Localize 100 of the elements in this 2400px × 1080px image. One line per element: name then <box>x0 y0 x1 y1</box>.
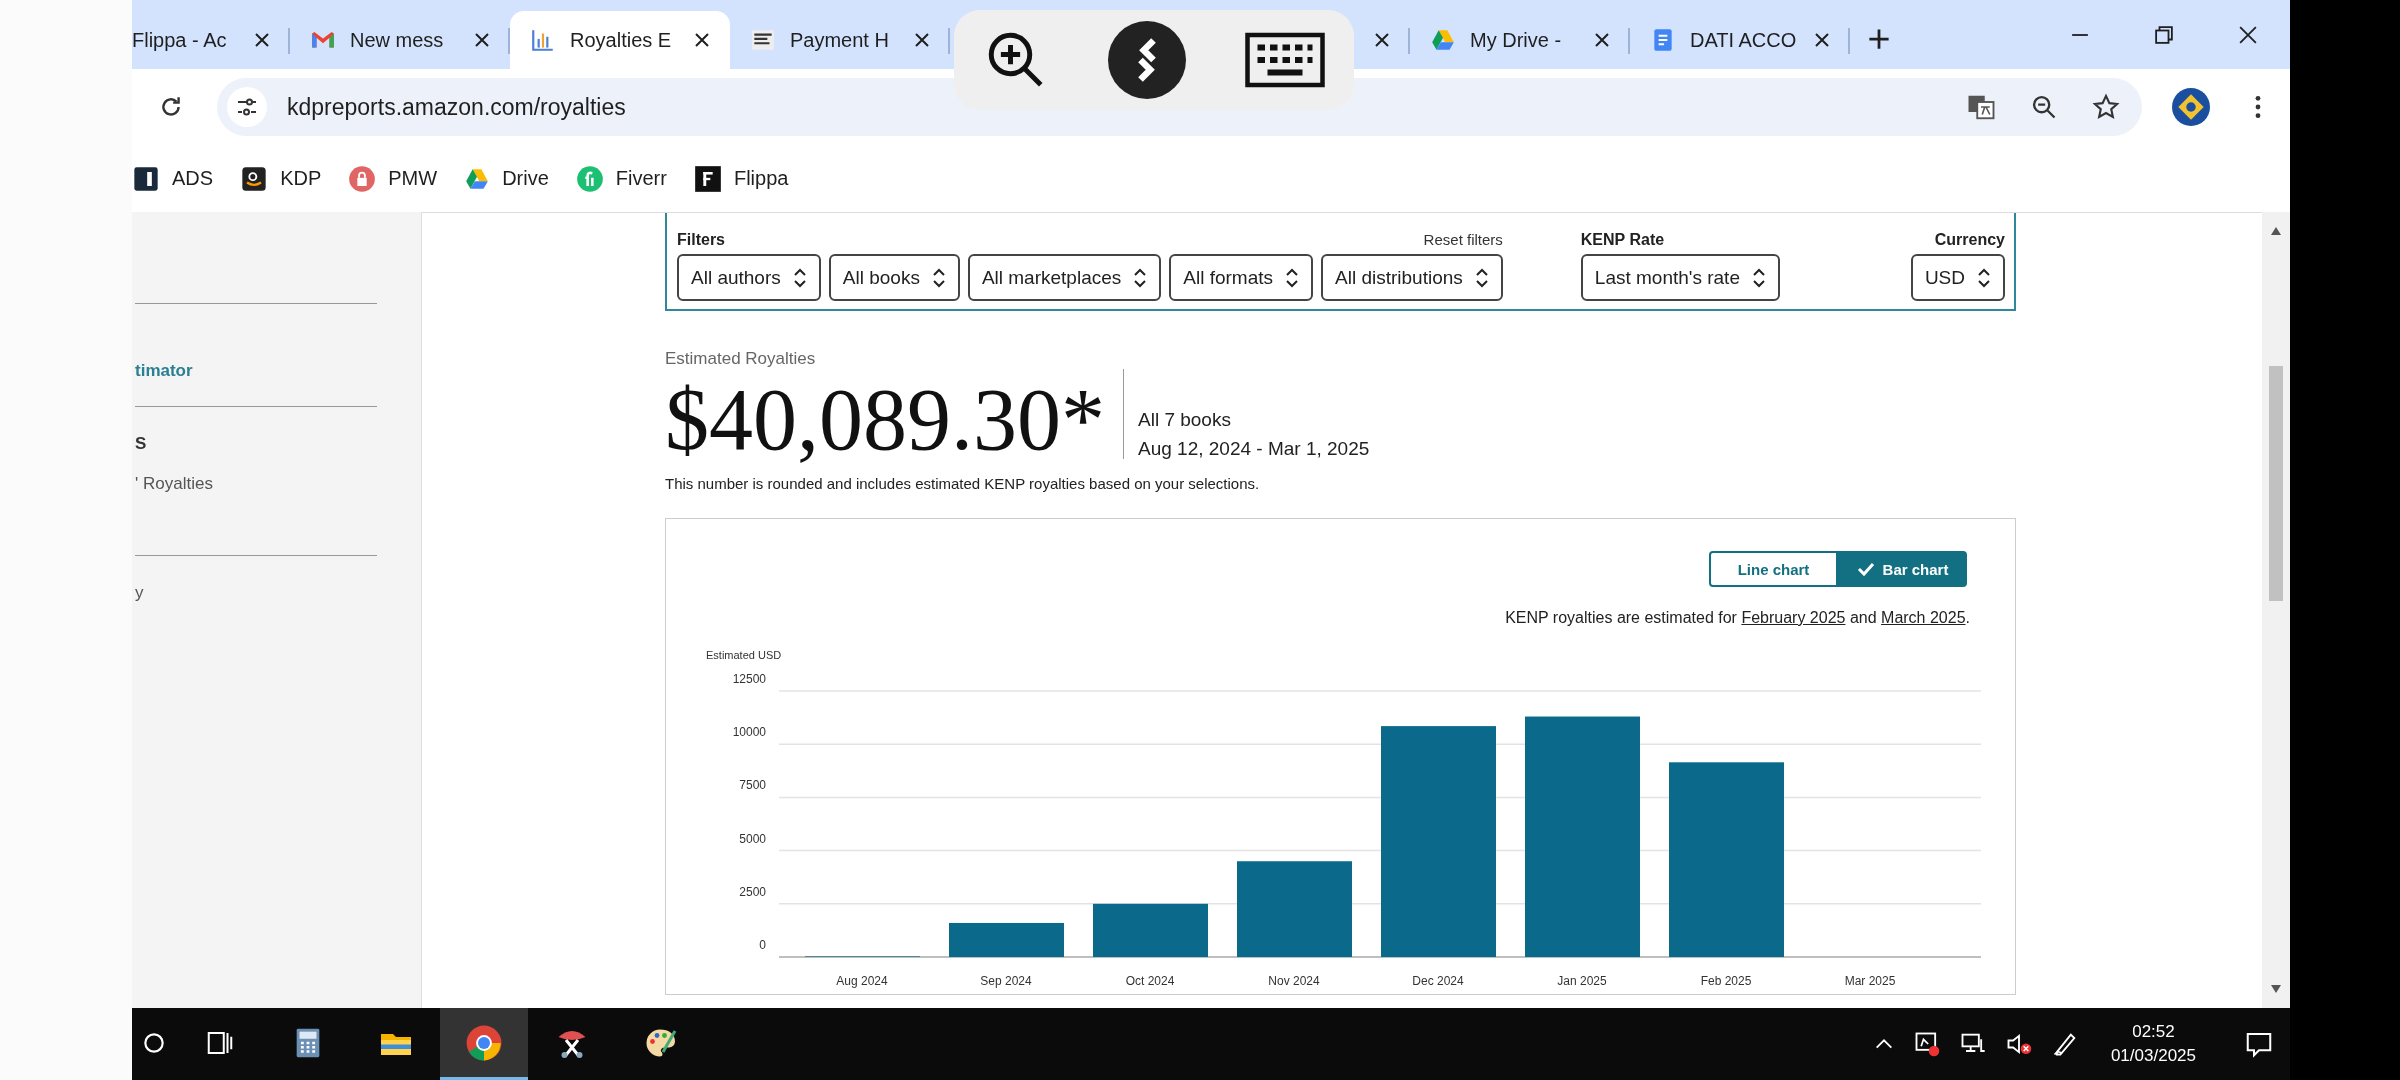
zoom-out-icon[interactable] <box>2030 93 2058 121</box>
axis-category-label: Dec 2024 <box>1412 974 1464 988</box>
rounding-note: This number is rounded and includes estimated KENP royalties based on your selections. <box>665 475 1261 492</box>
kenp-rate-label: KENP Rate <box>1580 231 1666 250</box>
plus-icon[interactable] <box>1868 28 1890 50</box>
dropdown-value: All formats <box>1183 266 1274 289</box>
axis-tick-label: 5000 <box>739 831 766 846</box>
close-icon[interactable] <box>914 32 930 48</box>
axis-tick-label: 2500 <box>739 884 766 899</box>
axis-category-label: Jan 2025 <box>1557 974 1607 988</box>
dropdown[interactable]: USD <box>1910 254 2005 301</box>
chevron-updown-icon <box>1977 266 1991 289</box>
sidebar-link[interactable]: ' Royalties <box>135 464 377 504</box>
bookmark[interactable]: KDP <box>240 164 322 193</box>
close-icon[interactable] <box>1594 32 1610 48</box>
dropdown[interactable]: All books <box>828 254 960 301</box>
clock[interactable]: 02:52 01/03/2025 <box>2110 1020 2196 1068</box>
bar-chart-icon <box>530 27 556 53</box>
chart-toggle-button[interactable]: Bar chart <box>1838 551 1967 587</box>
dropdown-value: All marketplaces <box>981 266 1122 289</box>
bookmark[interactable]: Fiverr <box>575 164 667 193</box>
axis-tick-label: 0 <box>759 938 766 952</box>
bookmark[interactable]: Drive <box>464 165 549 192</box>
bookmark[interactable]: ADS <box>132 164 214 193</box>
month-link[interactable]: March 2025 <box>1881 609 1966 626</box>
browser-tab[interactable]: DATI ACCO <box>1630 11 1850 69</box>
bookmark[interactable]: Flippa <box>693 164 789 193</box>
dropdown[interactable]: All distributions <box>1321 254 1503 301</box>
up-arrow-icon[interactable] <box>2270 226 2282 236</box>
circle-logo-icon <box>575 164 604 193</box>
remote-desktop-icon[interactable] <box>1108 21 1186 99</box>
clock-date: 01/03/2025 <box>2110 1045 2196 1067</box>
chart-toggle-button[interactable]: Line chart <box>1709 551 1838 587</box>
currency-label: Currency <box>1934 231 2005 250</box>
reset-filters-link[interactable]: Reset filters <box>1423 231 1503 248</box>
down-arrow-icon[interactable] <box>2270 984 2282 994</box>
chevron-updown-icon <box>1133 266 1148 289</box>
axis-title: Estimated USD <box>706 649 782 661</box>
dropdown-value: All authors <box>691 266 781 289</box>
sidebar-link[interactable]: y <box>135 573 377 613</box>
chevron-updown-icon <box>1285 266 1300 289</box>
axis-category-label: Nov 2024 <box>1268 974 1320 988</box>
section-heading: S <box>135 433 148 455</box>
smile-logo-icon <box>240 164 269 193</box>
url-text: kdpreports.amazon.com/royalties <box>287 93 627 121</box>
axis-category-label: Mar 2025 <box>1844 974 1896 988</box>
axis-tick-label: 10000 <box>732 725 766 740</box>
close-icon[interactable] <box>694 32 710 48</box>
sidebar-link[interactable]: timator <box>135 351 377 391</box>
books-scope: All 7 books <box>1138 408 1232 432</box>
browser-tab[interactable]: New mess <box>290 11 510 69</box>
tab-title: New mess <box>350 28 445 52</box>
keyboard-icon[interactable] <box>1244 30 1325 90</box>
browser-tab[interactable]: Royalties E <box>510 11 730 69</box>
menu-icon[interactable] <box>2254 94 2262 120</box>
browser-logo-icon[interactable] <box>465 1023 503 1062</box>
close-icon[interactable] <box>474 32 490 48</box>
tab-title: Royalties E <box>570 28 673 52</box>
close-icon[interactable] <box>1814 32 1830 48</box>
star-icon[interactable] <box>2092 93 2120 121</box>
date-range: Aug 12, 2024 - Mar 1, 2025 <box>1138 437 1370 461</box>
clock-time: 02:52 <box>2132 1021 2175 1043</box>
royalties-amount: $40,089.30* <box>665 377 1105 463</box>
tab-title: DATI ACCO <box>1690 28 1798 52</box>
dropdown-value: Last month's rate <box>1594 266 1740 289</box>
lock-icon <box>348 164 377 193</box>
scrollbar-thumb[interactable] <box>2269 366 2283 601</box>
taskbar-app[interactable] <box>440 1008 528 1080</box>
profile-avatar-icon[interactable] <box>2172 88 2210 126</box>
chevron-updown-icon <box>1474 266 1489 289</box>
close-icon[interactable] <box>1374 32 1390 48</box>
tab-title: My Drive - <box>1470 28 1563 52</box>
estimated-royalties-label: Estimated Royalties <box>665 349 817 369</box>
dropdown[interactable]: All formats <box>1169 254 1314 301</box>
chevron-updown-icon <box>792 266 807 289</box>
bookmark[interactable]: PMW <box>348 164 438 193</box>
month-link[interactable]: February 2025 <box>1741 609 1846 626</box>
axis-category-label: Feb 2025 <box>1700 974 1752 988</box>
dropdown[interactable]: All marketplaces <box>967 254 1162 301</box>
filters-label: Filters <box>677 231 725 250</box>
browser-tab[interactable]: My Drive - <box>1410 11 1630 69</box>
browser-tab[interactable]: Flippa - Ac <box>132 11 290 69</box>
axis-category-label: Oct 2024 <box>1125 974 1175 988</box>
dropdown[interactable]: Last month's rate <box>1580 254 1780 301</box>
dropdown[interactable]: All authors <box>677 254 821 301</box>
square-logo-icon <box>693 164 722 193</box>
axis-tick-label: 7500 <box>739 778 766 793</box>
axis-tick-label: 12500 <box>732 672 766 686</box>
browser-tab[interactable]: Payment H <box>730 11 950 69</box>
tab-title: Payment H <box>790 28 890 52</box>
close-icon[interactable] <box>2239 25 2257 44</box>
close-icon[interactable] <box>254 32 270 48</box>
scrollbar[interactable] <box>2262 212 2290 1008</box>
kenp-note: KENP royalties are estimated for February 2025 and March 2025. <box>1504 608 1971 628</box>
restore-icon[interactable] <box>2155 25 2173 44</box>
axis-category-label: Sep 2024 <box>980 974 1032 988</box>
tab-title: Flippa - Ac <box>132 28 228 52</box>
check-icon <box>1856 561 1875 577</box>
logo-icon <box>750 27 776 53</box>
triangle-icon <box>1430 27 1456 53</box>
